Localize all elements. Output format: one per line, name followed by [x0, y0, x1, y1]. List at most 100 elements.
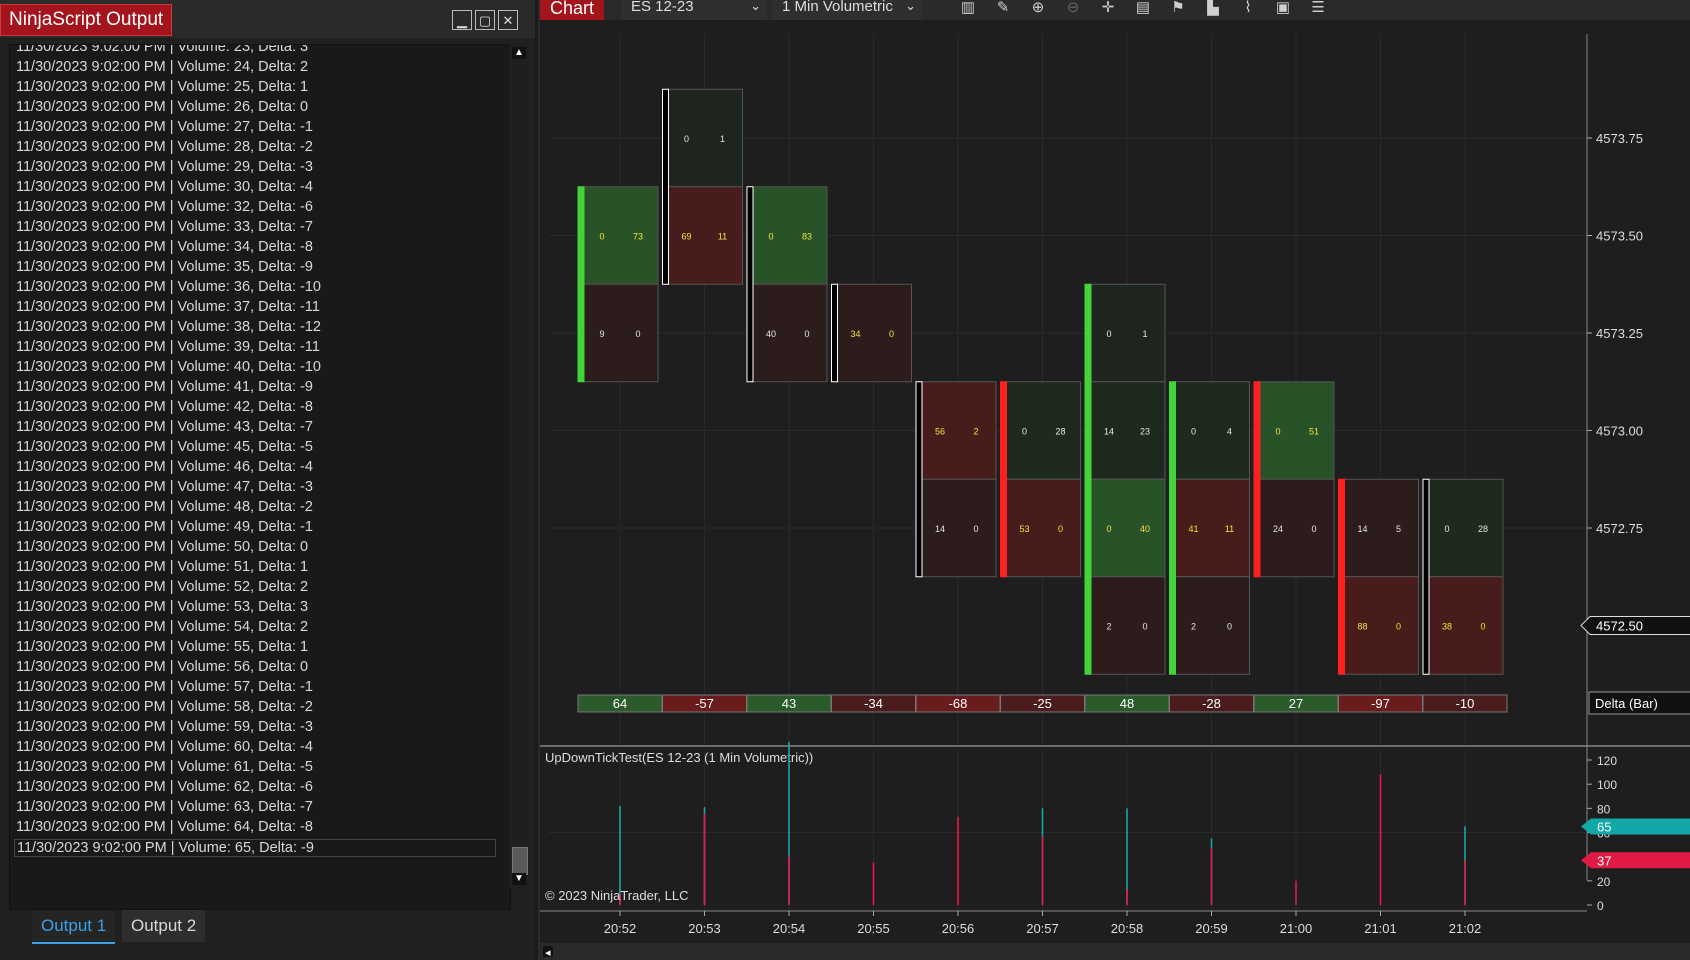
output-line[interactable]: 11/30/2023 9:02:00 PM | Volume: 60, Delt…	[16, 739, 313, 755]
output-line[interactable]: 11/30/2023 9:02:00 PM | Volume: 50, Delt…	[16, 539, 308, 555]
footprint-cell[interactable]	[666, 88, 743, 188]
footprint-cell[interactable]	[1426, 576, 1504, 675]
strategies-icon[interactable]: ⌇	[1236, 0, 1260, 18]
output-line[interactable]: 11/30/2023 9:02:00 PM | Volume: 64, Delt…	[16, 819, 313, 835]
output-line[interactable]: 11/30/2023 9:02:00 PM | Volume: 33, Delt…	[16, 219, 313, 235]
maximize-button[interactable]: ▢	[475, 10, 495, 30]
output-line[interactable]: 11/30/2023 9:02:00 PM | Volume: 43, Delt…	[16, 419, 313, 435]
output-line[interactable]: 11/30/2023 9:02:00 PM | Volume: 57, Delt…	[16, 679, 313, 695]
output-line[interactable]: 11/30/2023 9:02:00 PM | Volume: 49, Delt…	[16, 519, 313, 535]
close-button[interactable]: ✕	[498, 10, 518, 30]
output-line[interactable]: 11/30/2023 9:02:00 PM | Volume: 59, Delt…	[16, 719, 313, 735]
output-line[interactable]: 11/30/2023 9:02:00 PM | Volume: 61, Delt…	[16, 759, 313, 775]
crosshair-icon[interactable]: ✛	[1096, 0, 1120, 18]
properties-icon[interactable]: ⚑	[1166, 0, 1190, 18]
minimize-button[interactable]: ▁	[452, 10, 472, 30]
tab-output-2[interactable]: Output 2	[122, 910, 206, 942]
output-line[interactable]: 11/30/2023 9:02:00 PM | Volume: 38, Delt…	[16, 319, 321, 335]
bar-type-selector[interactable]: 1 Min Volumetric ⌄	[772, 0, 922, 20]
output-line[interactable]: 11/30/2023 9:02:00 PM | Volume: 45, Delt…	[16, 439, 313, 455]
footprint-cell[interactable]	[919, 381, 997, 480]
footprint-cell[interactable]	[835, 283, 912, 383]
footprint-cell[interactable]	[1088, 381, 1166, 480]
ask-volume-label: 51	[1309, 427, 1319, 437]
output-line[interactable]: 11/30/2023 9:02:00 PM | Volume: 51, Delt…	[16, 559, 308, 575]
output-line[interactable]: 11/30/2023 9:02:00 PM | Volume: 28, Delt…	[16, 139, 313, 155]
ask-volume-label: 0	[1142, 622, 1147, 632]
output-line[interactable]: 11/30/2023 9:02:00 PM | Volume: 53, Delt…	[16, 599, 308, 615]
bid-volume-label: 9	[599, 329, 604, 339]
output-line[interactable]: 11/30/2023 9:02:00 PM | Volume: 56, Delt…	[16, 659, 308, 675]
output-line[interactable]: 11/30/2023 9:02:00 PM | Volume: 55, Delt…	[16, 639, 308, 655]
footprint-cell[interactable]	[1257, 381, 1335, 480]
output-line[interactable]: 11/30/2023 9:02:00 PM | Volume: 32, Delt…	[16, 199, 313, 215]
output-text-area[interactable]: 11/30/2023 9:02:00 PM | Volume: 23, Delt…	[9, 44, 511, 910]
output-line[interactable]: 11/30/2023 9:02:00 PM | Volume: 37, Delt…	[16, 299, 320, 315]
output-line[interactable]: 11/30/2023 9:02:00 PM | Volume: 26, Delt…	[16, 99, 308, 115]
instrument-selector[interactable]: ES 12-23 ⌄	[621, 0, 767, 20]
footprint-cell[interactable]	[1173, 478, 1250, 578]
footprint-cell[interactable]	[919, 478, 997, 578]
list-icon[interactable]: ☰	[1306, 0, 1330, 18]
output-titlebar[interactable]: NinjaScript Output ▁ ▢ ✕	[0, 0, 535, 38]
footprint-cell[interactable]	[666, 186, 743, 285]
footprint-cell[interactable]	[581, 186, 659, 285]
data-box-icon[interactable]: ▤	[1131, 0, 1155, 18]
price-tick-label: 4573.00	[1596, 424, 1643, 439]
output-line[interactable]: 11/30/2023 9:02:00 PM | Volume: 54, Delt…	[16, 619, 308, 635]
footprint-cell[interactable]	[1426, 478, 1504, 578]
output-line[interactable]: 11/30/2023 9:02:00 PM | Volume: 62, Delt…	[16, 779, 313, 795]
zoom-in-icon[interactable]: ⊕	[1026, 0, 1050, 18]
output-line[interactable]: 11/30/2023 9:02:00 PM | Volume: 41, Delt…	[16, 379, 313, 395]
scroll-thumb[interactable]	[512, 847, 528, 875]
footprint-cell[interactable]	[1088, 283, 1166, 383]
horizontal-scrollbar[interactable]	[540, 943, 1690, 960]
output-line[interactable]: 11/30/2023 9:02:00 PM | Volume: 25, Delt…	[16, 79, 308, 95]
footprint-cell[interactable]	[1342, 478, 1419, 578]
footprint-cell[interactable]	[750, 283, 828, 383]
footprint-cell[interactable]	[581, 283, 659, 383]
bar-body-marker	[1253, 381, 1261, 578]
output-line[interactable]: 11/30/2023 9:02:00 PM | Volume: 23, Delt…	[16, 45, 308, 55]
footprint-cell[interactable]	[1257, 478, 1335, 578]
output-line[interactable]: 11/30/2023 9:02:00 PM | Volume: 29, Delt…	[16, 159, 313, 175]
output-line[interactable]: 11/30/2023 9:02:00 PM | Volume: 65, Delt…	[14, 839, 496, 857]
output-line[interactable]: 11/30/2023 9:02:00 PM | Volume: 35, Delt…	[16, 259, 313, 275]
output-line[interactable]: 11/30/2023 9:02:00 PM | Volume: 63, Delt…	[16, 799, 313, 815]
chart-trader-icon[interactable]: ▣	[1271, 0, 1295, 18]
vertical-scrollbar[interactable]: ▲ ▼	[509, 44, 529, 888]
tab-output-1[interactable]: Output 1	[32, 910, 116, 944]
output-line[interactable]: 11/30/2023 9:02:00 PM | Volume: 39, Delt…	[16, 339, 320, 355]
footprint-cell[interactable]	[1088, 478, 1166, 578]
footprint-cell[interactable]	[1173, 381, 1250, 480]
footprint-cell[interactable]	[1173, 576, 1250, 675]
chart-canvas[interactable]: 0 739 00 169 11 0 8340 0 34 056 214 00 2853 00 114 230 4…	[540, 20, 1690, 960]
footprint-cell[interactable]	[1342, 576, 1419, 675]
output-line[interactable]: 11/30/2023 9:02:00 PM | Volume: 36, Delt…	[16, 279, 321, 295]
output-line[interactable]: 11/30/2023 9:02:00 PM | Volume: 34, Delt…	[16, 239, 313, 255]
output-line[interactable]: 11/30/2023 9:02:00 PM | Volume: 47, Delt…	[16, 479, 313, 495]
footprint-cell[interactable]	[1004, 381, 1081, 480]
footprint-cell[interactable]	[1004, 478, 1081, 578]
ask-volume-label: 0	[1396, 622, 1401, 632]
output-line[interactable]: 11/30/2023 9:02:00 PM | Volume: 46, Delt…	[16, 459, 313, 475]
output-line[interactable]: 11/30/2023 9:02:00 PM | Volume: 58, Delt…	[16, 699, 313, 715]
zoom-out-icon[interactable]: ⊖	[1061, 0, 1085, 18]
footprint-cell[interactable]	[750, 186, 828, 285]
indicators-icon[interactable]: ▙	[1201, 0, 1225, 18]
output-line[interactable]: 11/30/2023 9:02:00 PM | Volume: 42, Delt…	[16, 399, 313, 415]
footprint-cell[interactable]	[1088, 576, 1166, 675]
output-line[interactable]: 11/30/2023 9:02:00 PM | Volume: 40, Delt…	[16, 359, 321, 375]
output-line[interactable]: 11/30/2023 9:02:00 PM | Volume: 48, Delt…	[16, 499, 313, 515]
output-line[interactable]: 11/30/2023 9:02:00 PM | Volume: 30, Delt…	[16, 179, 313, 195]
output-line[interactable]: 11/30/2023 9:02:00 PM | Volume: 52, Delt…	[16, 579, 308, 595]
output-line[interactable]: 11/30/2023 9:02:00 PM | Volume: 27, Delt…	[16, 119, 313, 135]
scroll-up-icon[interactable]: ▲	[512, 47, 526, 59]
bar-type-icon[interactable]: ▥	[956, 0, 980, 18]
chart-tab[interactable]: Chart	[540, 0, 605, 20]
output-line[interactable]: 11/30/2023 9:02:00 PM | Volume: 24, Delt…	[16, 59, 308, 75]
scroll-down-icon[interactable]: ▼	[512, 873, 526, 885]
drawing-tool-icon[interactable]: ✎	[991, 0, 1015, 18]
price-tick-label: 4573.25	[1596, 326, 1643, 341]
delta-value-label: 43	[782, 696, 796, 711]
